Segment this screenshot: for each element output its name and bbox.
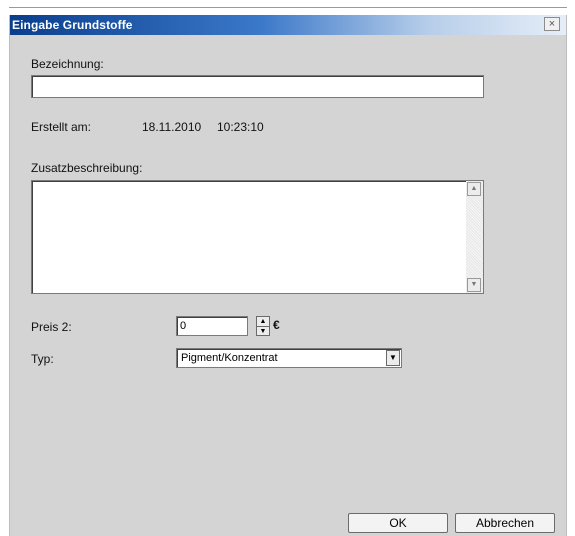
top-separator xyxy=(9,7,567,8)
close-button[interactable]: × xyxy=(544,17,560,31)
close-icon: × xyxy=(548,18,556,30)
dialog-window: Eingabe Grundstoffe × Bezeichnung: Erste… xyxy=(9,15,567,536)
spin-up-icon[interactable]: ▲ xyxy=(257,317,269,326)
vertical-scrollbar[interactable]: ▲ ▼ xyxy=(466,181,483,293)
dialog-title: Eingabe Grundstoffe xyxy=(12,18,133,32)
cancel-button[interactable]: Abbrechen xyxy=(455,513,555,533)
bezeichnung-label: Bezeichnung: xyxy=(31,57,104,71)
erstellt-label: Erstellt am: xyxy=(31,120,92,134)
preis-spinner[interactable]: ▲ ▼ xyxy=(256,316,270,336)
bezeichnung-input[interactable] xyxy=(31,75,484,98)
erstellt-date: 18.11.2010 xyxy=(142,120,202,134)
typ-select[interactable]: Pigment/Konzentrat ▼ xyxy=(176,348,402,368)
spin-down-icon[interactable]: ▼ xyxy=(257,326,269,336)
erstellt-time: 10:23:10 xyxy=(217,120,264,134)
typ-label: Typ: xyxy=(31,352,54,366)
preis-label: Preis 2: xyxy=(31,320,72,334)
title-bar[interactable]: Eingabe Grundstoffe × xyxy=(10,15,566,35)
scroll-up-icon[interactable]: ▲ xyxy=(467,182,481,196)
zusatzbeschreibung-textarea[interactable]: ▲ ▼ xyxy=(31,180,484,294)
typ-selected-value: Pigment/Konzentrat xyxy=(181,352,278,364)
preis-input[interactable]: 0 xyxy=(176,316,248,336)
scroll-down-icon[interactable]: ▼ xyxy=(467,278,481,292)
currency-symbol: € xyxy=(273,318,280,332)
preis-value: 0 xyxy=(180,320,187,332)
zusatz-label: Zusatzbeschreibung: xyxy=(31,161,143,175)
ok-button[interactable]: OK xyxy=(348,513,448,533)
chevron-down-icon[interactable]: ▼ xyxy=(386,350,400,366)
